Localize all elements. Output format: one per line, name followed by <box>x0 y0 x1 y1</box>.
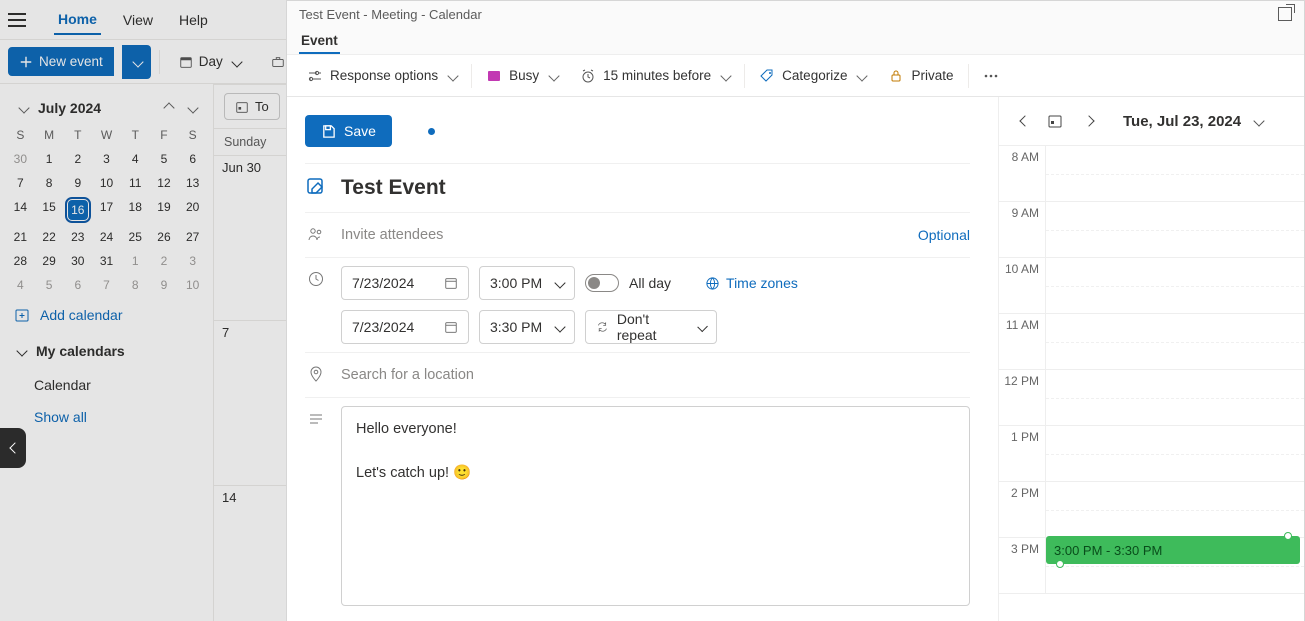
resize-handle-icon[interactable] <box>1056 560 1064 568</box>
event-ribbon: Response options Busy 15 minutes before … <box>287 55 1304 97</box>
day-grid[interactable]: 8 AM9 AM10 AM11 AM12 PM1 PM2 PM3 PM 3:00… <box>999 145 1304 621</box>
time-zones-link[interactable]: Time zones <box>705 275 798 291</box>
repeat-icon <box>596 320 609 334</box>
hour-row[interactable]: 1 PM <box>999 426 1304 482</box>
hour-label: 12 PM <box>999 370 1045 425</box>
hour-label: 1 PM <box>999 426 1045 481</box>
event-body-input[interactable]: Hello everyone! Let's catch up! 🙂 <box>341 406 970 606</box>
response-options-button[interactable]: Response options <box>299 62 465 90</box>
optional-link[interactable]: Optional <box>918 221 970 243</box>
sliders-icon <box>307 68 323 84</box>
day-next[interactable] <box>1077 108 1097 134</box>
attendees-input[interactable] <box>341 221 904 249</box>
save-icon <box>321 124 336 139</box>
location-input[interactable] <box>341 361 970 389</box>
private-button[interactable]: Private <box>880 62 961 90</box>
day-prev[interactable] <box>1013 108 1033 134</box>
show-as-label: Busy <box>509 68 539 83</box>
hour-label: 2 PM <box>999 482 1045 537</box>
start-date-field[interactable]: 7/23/2024 <box>341 266 469 300</box>
time-zones-label: Time zones <box>726 275 798 291</box>
popout-icon[interactable] <box>1278 7 1292 21</box>
save-button[interactable]: Save <box>305 115 392 147</box>
hour-label: 3 PM <box>999 538 1045 593</box>
resize-handle-icon[interactable] <box>1284 532 1292 540</box>
location-icon <box>305 361 327 383</box>
start-time-value: 3:00 PM <box>490 275 542 291</box>
event-form: Save Optional <box>287 97 999 621</box>
day-date-label[interactable]: Tue, Jul 23, 2024 <box>1123 113 1241 130</box>
reminder-label: 15 minutes before <box>603 68 711 83</box>
all-day-toggle[interactable] <box>585 274 619 292</box>
categorize-button[interactable]: Categorize <box>751 62 874 90</box>
event-title-icon <box>305 172 327 196</box>
hour-label: 11 AM <box>999 314 1045 369</box>
day-picker-icon[interactable] <box>1043 109 1067 133</box>
save-label: Save <box>344 123 376 139</box>
tag-icon <box>759 68 775 84</box>
reminder-button[interactable]: 15 minutes before <box>572 62 738 90</box>
alarm-icon <box>580 68 596 84</box>
unsaved-indicator-icon <box>428 128 435 135</box>
attendees-icon <box>305 221 327 243</box>
start-date-value: 7/23/2024 <box>352 275 414 291</box>
globe-icon <box>705 276 720 291</box>
event-editor-window: Test Event - Meeting - Calendar Event Re… <box>286 0 1305 621</box>
categorize-label: Categorize <box>782 68 847 83</box>
window-title: Test Event - Meeting - Calendar <box>299 7 482 22</box>
busy-icon <box>486 68 502 84</box>
hour-label: 8 AM <box>999 146 1045 201</box>
more-ribbon-button[interactable] <box>975 68 1007 84</box>
end-date-field[interactable]: 7/23/2024 <box>341 310 469 344</box>
time-icon <box>305 266 327 288</box>
hour-row[interactable]: 11 AM <box>999 314 1304 370</box>
hour-row[interactable]: 9 AM <box>999 202 1304 258</box>
end-time-value: 3:30 PM <box>490 319 542 335</box>
hour-row[interactable]: 2 PM <box>999 482 1304 538</box>
hour-row[interactable]: 10 AM <box>999 258 1304 314</box>
day-timeline-pane: Tue, Jul 23, 2024 8 AM9 AM10 AM11 AM12 P… <box>999 97 1304 621</box>
timeline-event[interactable]: 3:00 PM - 3:30 PM <box>1046 536 1300 564</box>
description-icon <box>305 406 327 428</box>
hour-label: 9 AM <box>999 202 1045 257</box>
calendar-icon <box>444 276 458 290</box>
show-as-button[interactable]: Busy <box>478 62 566 90</box>
calendar-icon <box>444 320 458 334</box>
end-date-value: 7/23/2024 <box>352 319 414 335</box>
timeline-event-label: 3:00 PM - 3:30 PM <box>1054 543 1162 558</box>
repeat-value: Don't repeat <box>617 311 687 343</box>
all-day-label: All day <box>629 275 671 291</box>
event-title-input[interactable] <box>341 172 970 204</box>
more-icon <box>983 74 999 78</box>
hour-row[interactable]: 8 AM <box>999 146 1304 202</box>
repeat-field[interactable]: Don't repeat <box>585 310 717 344</box>
lock-icon <box>888 68 904 84</box>
sidebar-expand-handle[interactable] <box>0 428 26 468</box>
end-time-field[interactable]: 3:30 PM <box>479 310 575 344</box>
private-label: Private <box>911 68 953 83</box>
hour-row[interactable]: 12 PM <box>999 370 1304 426</box>
hour-label: 10 AM <box>999 258 1045 313</box>
start-time-field[interactable]: 3:00 PM <box>479 266 575 300</box>
event-tab[interactable]: Event <box>299 29 340 54</box>
response-options-label: Response options <box>330 68 438 83</box>
